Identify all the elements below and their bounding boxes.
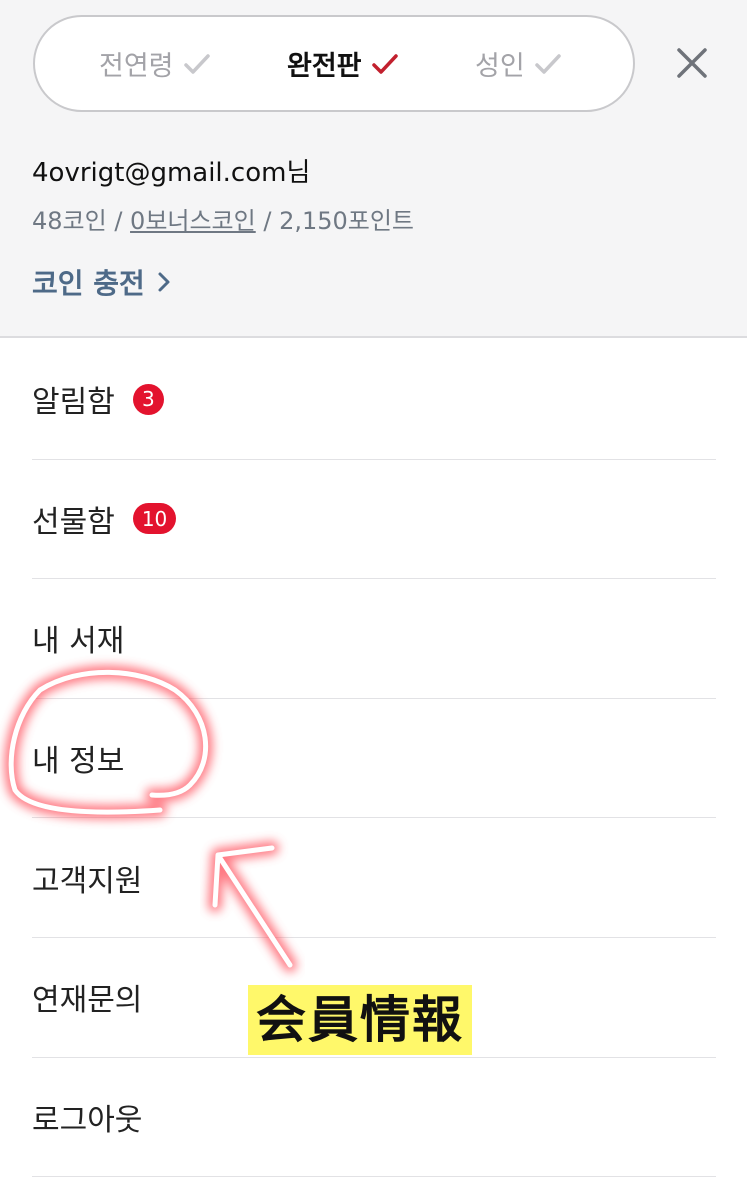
count-badge: 10 [132,503,177,535]
count-badge: 3 [132,383,164,415]
segment-label: 전연령 [99,51,174,82]
check-icon [183,53,210,75]
menu-item-logout[interactable]: 로그아웃 [32,1058,716,1178]
segment-adult[interactable]: 성인 [475,17,561,110]
menu-item-label: 알림함 [32,385,115,421]
separator: / [255,207,280,235]
menu-item-support[interactable]: 고객지원 [32,818,716,938]
check-icon [534,53,561,75]
menu-item-my-info[interactable]: 내 정보 [32,699,716,819]
coin-balance: 48코인 [32,207,107,235]
check-icon [371,53,398,75]
content-rating-selector: 전연령 완전판 성인 [33,15,635,112]
menu-item-label: 선물함 [32,504,115,540]
menu-item-label: 로그아웃 [32,1102,143,1138]
bonus-coin-link[interactable]: 0보너스코인 [130,207,256,235]
menu-item-label: 연재문의 [32,983,143,1019]
segment-complete-edition[interactable]: 완전판 [287,17,398,110]
account-panel: 전연령 완전판 성인 4ovrigt@gmail.com님 48코인 / 0보너… [0,0,747,338]
user-email: 4ovrigt@gmail.com님 [32,158,311,188]
menu-item-label: 내 정보 [32,744,125,780]
segment-all-ages[interactable]: 전연령 [99,17,210,110]
menu-item-label: 내 서재 [32,624,125,660]
segment-label: 성인 [475,51,525,82]
menu-item-label: 고객지원 [32,863,143,899]
charge-coins-link[interactable]: 코인 충전 [32,262,171,302]
separator: / [106,207,131,235]
point-balance: 2,150포인트 [279,207,415,235]
menu-item-gifts[interactable]: 선물함 10 [32,460,716,580]
chevron-right-icon [157,271,171,293]
annotation-caption: 会員情報 [248,985,472,1055]
menu-item-notifications[interactable]: 알림함 3 [32,340,716,460]
close-icon [676,47,708,83]
close-button[interactable] [670,40,714,90]
menu-item-library[interactable]: 내 서재 [32,579,716,699]
charge-label: 코인 충전 [32,267,145,300]
balance-line: 48코인 / 0보너스코인 / 2,150포인트 [32,201,414,236]
segment-label: 완전판 [287,51,362,82]
